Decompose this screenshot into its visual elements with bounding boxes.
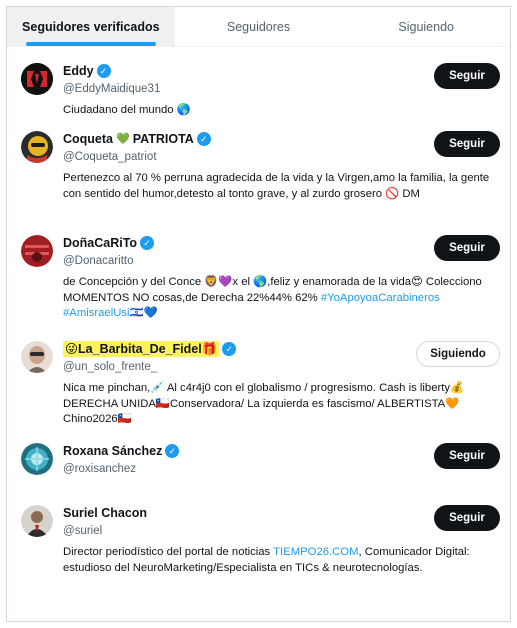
display-name-text: 😜La_Barbita_De_Fidel🎁 xyxy=(63,341,220,357)
user-bio: de Concepción y del Conce 🦁💜x el 🌎,feliz… xyxy=(63,275,500,322)
user-bio: Nica me pinchan,💉 Al c4r4j0 con el globa… xyxy=(63,382,465,425)
bio-text: Director periodístico del portal de noti… xyxy=(63,546,274,558)
tab-bar: Seguidores verificados Seguidores Siguie… xyxy=(7,7,510,47)
user-row[interactable]: Eddy ✓ @EddyMaidique31 Seguir Ciudadano … xyxy=(7,47,510,116)
follow-button[interactable]: Seguir xyxy=(434,505,500,531)
bio-link[interactable]: TIEMPO26.COM xyxy=(273,546,358,558)
user-row[interactable]: Roxana Sánchez ✓ @roxisanchez Seguir xyxy=(7,429,510,491)
display-name-text: Coqueta xyxy=(63,132,113,146)
user-handle[interactable]: @un_solo_frente_ xyxy=(63,359,236,375)
display-name-text: Suriel Chacon xyxy=(63,506,148,520)
avatar[interactable] xyxy=(21,131,53,163)
user-bio: Pertenezco al 70 % perruna agradecida de… xyxy=(63,172,490,200)
follow-button[interactable]: Seguir xyxy=(434,131,500,157)
follow-button[interactable]: Seguir xyxy=(434,235,500,261)
tab-followers[interactable]: Seguidores xyxy=(175,7,343,46)
user-display-name[interactable]: Eddy ✓ xyxy=(63,63,160,79)
user-handle[interactable]: @Coqueta_patriot xyxy=(63,149,211,165)
follow-button[interactable]: Seguir xyxy=(434,63,500,89)
verified-badge-icon: ✓ xyxy=(196,132,211,146)
user-display-name[interactable]: Suriel Chacon xyxy=(63,505,147,521)
verified-badge-icon: ✓ xyxy=(165,444,180,458)
green-heart-icon: 💚 xyxy=(116,132,130,145)
user-row[interactable]: Suriel Chacon @suriel Seguir Director pe… xyxy=(7,491,510,601)
user-handle[interactable]: @roxisanchez xyxy=(63,461,179,477)
user-display-name[interactable]: Roxana Sánchez ✓ xyxy=(63,443,180,459)
follow-button[interactable]: Seguir xyxy=(434,443,500,469)
user-handle[interactable]: @Donacaritto xyxy=(63,253,154,269)
tab-label: Seguidores xyxy=(226,19,291,34)
avatar[interactable] xyxy=(21,235,53,267)
tab-verified-followers[interactable]: Seguidores verificados xyxy=(7,7,175,46)
avatar-image xyxy=(21,235,53,267)
avatar-image xyxy=(21,505,53,537)
avatar-image xyxy=(21,131,53,163)
verified-badge-icon: ✓ xyxy=(96,64,111,78)
avatar[interactable] xyxy=(21,505,53,537)
verified-badge-icon: ✓ xyxy=(140,236,155,250)
active-tab-indicator xyxy=(25,42,156,46)
tab-label: Seguidores verificados xyxy=(22,19,160,34)
tab-label: Siguiendo xyxy=(398,19,454,34)
display-name-text: Eddy xyxy=(63,64,94,78)
user-row[interactable]: Coqueta 💚 PATRIOTA ✓ @Coqueta_patriot Se… xyxy=(7,113,510,217)
avatar-image xyxy=(21,341,53,373)
display-name-text: PATRIOTA xyxy=(132,132,194,146)
avatar-image xyxy=(21,63,53,95)
user-handle[interactable]: @EddyMaidique31 xyxy=(63,81,160,97)
user-bio: Director periodístico del portal de noti… xyxy=(63,545,500,576)
user-handle[interactable]: @suriel xyxy=(63,523,147,539)
avatar-image xyxy=(21,443,53,475)
following-button[interactable]: Siguiendo xyxy=(416,341,500,367)
avatar[interactable] xyxy=(21,63,53,95)
user-row[interactable]: DoñaCaRiTo ✓ @Donacaritto Seguir de Conc… xyxy=(7,217,510,325)
avatar[interactable] xyxy=(21,443,53,475)
user-row[interactable]: 😜La_Barbita_De_Fidel🎁 ✓ @un_solo_frente_… xyxy=(7,325,510,429)
avatar[interactable] xyxy=(21,341,53,373)
verified-badge-icon: ✓ xyxy=(222,342,237,356)
display-name-text: Roxana Sánchez xyxy=(63,444,163,458)
display-name-text: DoñaCaRiTo xyxy=(63,236,138,250)
tab-following[interactable]: Siguiendo xyxy=(342,7,510,46)
user-display-name[interactable]: DoñaCaRiTo ✓ xyxy=(63,235,155,251)
user-display-name[interactable]: 😜La_Barbita_De_Fidel🎁 ✓ xyxy=(63,341,237,357)
user-display-name[interactable]: Coqueta 💚 PATRIOTA ✓ xyxy=(63,131,211,147)
followers-panel: Seguidores verificados Seguidores Siguie… xyxy=(6,6,511,622)
